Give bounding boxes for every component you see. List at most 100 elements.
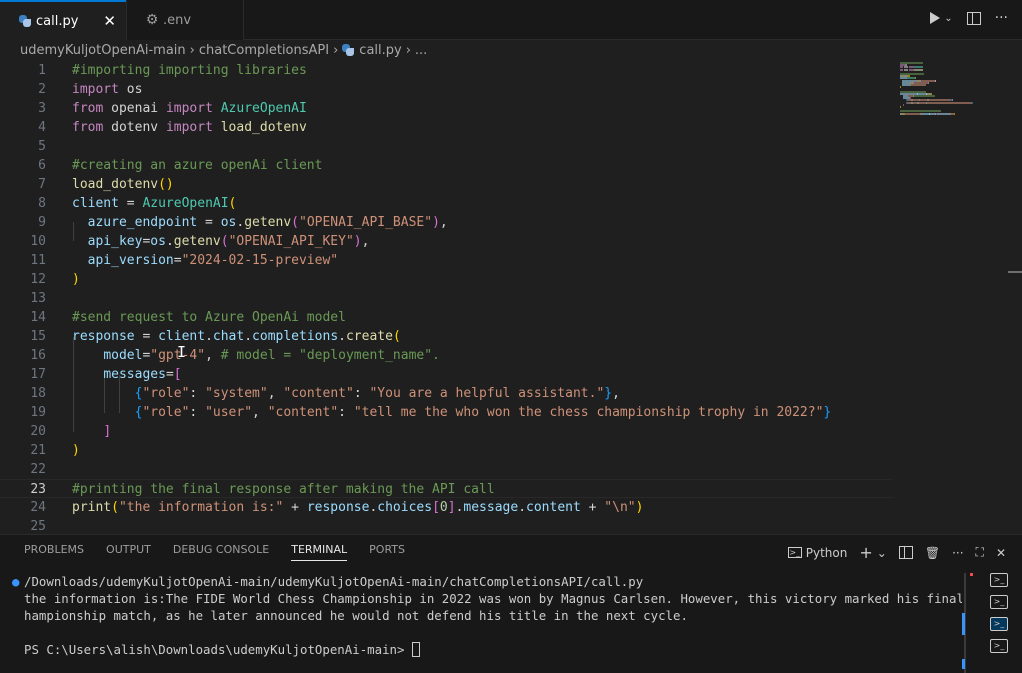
command-decoration-icon[interactable]: ● xyxy=(12,573,19,590)
close-icon[interactable]: ✕ xyxy=(996,546,1006,560)
code-token: () xyxy=(158,177,174,192)
code-token: AzureOpenAI xyxy=(220,101,307,116)
code-line[interactable]: 25 xyxy=(0,517,893,534)
terminal-instance-icon[interactable]: >_ xyxy=(990,573,1008,587)
python-icon xyxy=(342,44,355,56)
minimap-line xyxy=(927,81,929,84)
terminal-instance-icon[interactable]: >_ xyxy=(990,639,1008,653)
code-line[interactable]: 12) xyxy=(0,270,893,289)
code-token: client xyxy=(72,196,119,211)
code-text: api_key=os.getenv("OPENAI_API_KEY"), xyxy=(72,232,370,251)
line-number: 17 xyxy=(30,367,46,382)
code-line[interactable]: 5 xyxy=(0,137,893,156)
code-token: "role" xyxy=(142,386,190,401)
trash-icon[interactable]: 🗑 xyxy=(925,546,940,560)
code-token: , xyxy=(361,234,370,249)
code-line[interactable]: 2 import os xyxy=(0,80,893,99)
breadcrumb-item[interactable]: chatCompletionsAPI xyxy=(199,43,329,58)
terminal-shell-selector[interactable]: >_ Python xyxy=(787,545,848,560)
terminal-scrollbar[interactable] xyxy=(962,573,976,673)
line-number: 5 xyxy=(38,139,46,154)
line-number: 14 xyxy=(30,310,46,325)
line-number: 8 xyxy=(38,196,46,211)
code-line[interactable]: 19 {"role": "user", "content": "tell me … xyxy=(0,403,893,422)
code-line[interactable]: 15 response = client.chat.completions.cre… xyxy=(0,327,893,346)
code-line[interactable]: 10 api_key=os.getenv("OPENAI_API_KEY"), xyxy=(0,232,893,251)
code-line[interactable]: 1 #importing importing libraries xyxy=(0,61,893,80)
breadcrumb-separator: › xyxy=(405,42,411,58)
code-text: messages=[ xyxy=(72,365,181,384)
code-token: # model = "deployment_name". xyxy=(220,348,440,363)
code-token: . xyxy=(165,234,174,249)
terminal-instance-icon[interactable]: >_ xyxy=(990,595,1008,609)
code-token: = xyxy=(118,196,143,211)
editor-actions: ⌄ ··· xyxy=(930,10,1008,26)
chevron-down-icon[interactable]: ⌄ xyxy=(944,13,952,24)
breadcrumb-item[interactable]: ... xyxy=(415,43,427,58)
code-text: azure_endpoint = os.getenv("OPENAI_API_B… xyxy=(72,213,448,232)
code-line[interactable]: 24 print("the information is:" + response… xyxy=(0,498,893,517)
code-editor[interactable]: I 1 #importing importing libraries 2 import… xyxy=(0,60,1022,534)
code-line[interactable]: 22 xyxy=(0,460,893,479)
code-line[interactable]: 18 {"role": "system", "content": "You ar… xyxy=(0,384,893,403)
breadcrumb-item[interactable]: udemyKuljotOpenAi-main xyxy=(20,43,186,58)
code-line[interactable]: 7 load_dotenv() xyxy=(0,175,893,194)
terminal-output[interactable]: ● /Downloads/udemyKuljotOpenAi-main/udem… xyxy=(12,573,962,673)
run-icon[interactable] xyxy=(930,12,941,24)
code-token: model xyxy=(103,348,143,363)
code-token: , xyxy=(205,348,221,363)
prompt-text: PS C:\Users\alish\Downloads\udemyKuljotO… xyxy=(24,642,412,657)
code-token: . xyxy=(338,329,346,344)
tab-problems[interactable]: PROBLEMS xyxy=(24,543,84,561)
terminal-instance-icon[interactable]: >_ xyxy=(990,617,1008,631)
chevron-down-icon[interactable]: ⌄ xyxy=(877,546,887,560)
code-line[interactable]: 23 #printing the final response after mak… xyxy=(0,479,893,498)
code-text: from dotenv import load_dotenv xyxy=(72,118,307,137)
split-editor-icon[interactable] xyxy=(966,11,981,25)
code-token: ( xyxy=(220,234,229,249)
code-token: "the information is:" xyxy=(118,500,284,515)
breadcrumb-item[interactable]: call.py xyxy=(359,43,401,58)
code-token: #creating an azure openAi client xyxy=(72,158,323,173)
code-line[interactable]: 6 #creating an azure openAi client xyxy=(0,156,893,175)
add-terminal-icon[interactable]: + xyxy=(859,543,872,562)
code-token: import xyxy=(165,120,213,135)
code-line[interactable]: 8 client = AzureOpenAI( xyxy=(0,194,893,213)
code-token: api_key xyxy=(87,234,143,249)
code-line[interactable]: 21) xyxy=(0,441,893,460)
code-line[interactable]: 14 #send request to Azure OpenAi model xyxy=(0,308,893,327)
tab-terminal[interactable]: TERMINAL xyxy=(291,543,348,561)
code-line[interactable]: 13 xyxy=(0,289,893,308)
more-actions-icon[interactable]: ··· xyxy=(952,546,963,560)
tab-ports[interactable]: PORTS xyxy=(369,543,405,561)
code-line[interactable]: 20 ] xyxy=(0,422,893,441)
code-token: "2024-02-15-preview" xyxy=(181,253,339,268)
code-token: AzureOpenAI xyxy=(142,196,229,211)
code-line[interactable]: 4 from dotenv import load_dotenv xyxy=(0,118,893,137)
code-line[interactable]: 17 messages=[ xyxy=(0,365,893,384)
tab-debug-console[interactable]: DEBUG CONSOLE xyxy=(173,543,269,561)
close-icon[interactable]: ✕ xyxy=(103,12,116,30)
more-actions-icon[interactable]: ··· xyxy=(995,10,1008,26)
code-token: getenv xyxy=(173,234,221,249)
shell-label: Python xyxy=(805,545,848,560)
panel-tabs: PROBLEMS OUTPUT DEBUG CONSOLE TERMINAL P… xyxy=(24,543,405,561)
code-token: ) xyxy=(432,215,440,230)
code-line[interactable]: 3 from openai import AzureOpenAI xyxy=(0,99,893,118)
tab-output[interactable]: OUTPUT xyxy=(106,543,151,561)
code-line[interactable]: 16 model="gpt-4", # model = "deployment_… xyxy=(0,346,893,365)
split-terminal-icon[interactable] xyxy=(898,546,913,559)
code-text: ] xyxy=(72,422,111,441)
minimap[interactable] xyxy=(897,60,1007,120)
code-line[interactable]: 11 api_version="2024-02-15-preview" xyxy=(0,251,893,270)
code-token: = xyxy=(134,329,159,344)
scrollbar-marker[interactable] xyxy=(1008,271,1022,273)
tab-call-py[interactable]: call.py ✕ xyxy=(0,0,126,40)
line-number: 20 xyxy=(30,424,46,439)
tab-env[interactable]: ⚙ .env xyxy=(126,0,244,40)
code-token: "You are a helpful assistant." xyxy=(369,386,605,401)
maximize-panel-icon[interactable]: ⛶ xyxy=(976,545,984,560)
code-line[interactable]: 9 azure_endpoint = os.getenv("OPENAI_API… xyxy=(0,213,893,232)
